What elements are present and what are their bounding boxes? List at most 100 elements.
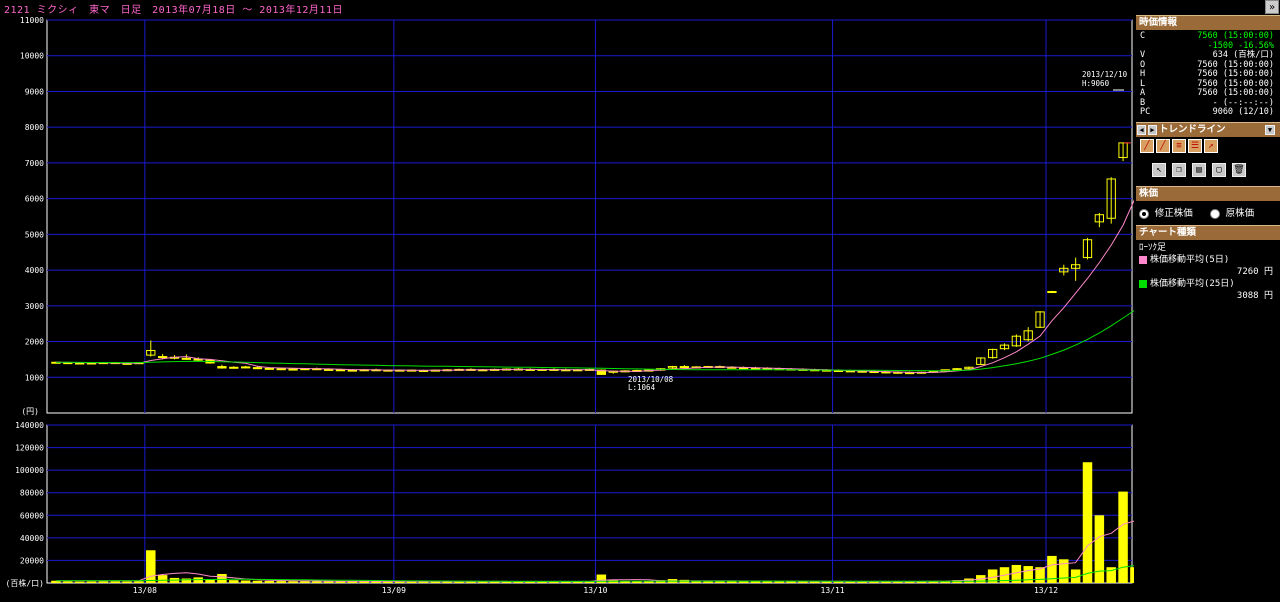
quote-row: PC 9060 (12/10) [1136, 107, 1280, 118]
quote-panel-header: 時価情報 [1136, 15, 1280, 30]
price-tick-label: 8000 [25, 123, 44, 132]
ma25-swatch [1139, 279, 1147, 288]
price-tick-label: 5000 [25, 230, 44, 239]
chevron-down-icon[interactable]: ▼ [1265, 125, 1275, 135]
price-tick-label: 7000 [25, 159, 44, 168]
triangle-left-icon[interactable]: ◀ [1137, 125, 1146, 135]
volume-bar [110, 581, 120, 583]
volume-unit-label: (百株/口) [6, 578, 44, 588]
volume-bar [134, 581, 144, 583]
ma25-label: 株価移動平均(25日) [1150, 279, 1235, 289]
candle-body [181, 357, 192, 360]
volume-bar [193, 577, 203, 583]
line-chart-icon[interactable]: ╱ [1156, 139, 1170, 153]
volume-bar [1023, 566, 1033, 583]
volume-bar [264, 580, 275, 583]
quote-key: C [1140, 31, 1146, 41]
chart-canvas: 1000 2000 3000 4000 5000 6000 7000 8000 9000 1000… [6, 16, 1134, 595]
volume-bar [1094, 515, 1105, 583]
volume-bar [157, 575, 168, 583]
price-tick-label: 6000 [25, 195, 44, 204]
trash-icon[interactable]: 🗑 [1232, 163, 1246, 177]
price-tick-label: 4000 [25, 266, 44, 275]
volume-bar [146, 550, 156, 583]
line-draw-icon[interactable]: ╱ [1140, 139, 1154, 153]
price-tick-label: 9000 [25, 87, 44, 96]
ma5-swatch [1139, 255, 1147, 264]
volume-tick-label: 100000 [15, 466, 44, 475]
trendline-title: トレンドライン [1159, 124, 1226, 135]
low-annotation-value: L:1064 [628, 383, 656, 392]
candle-body [347, 369, 358, 372]
candle-body [229, 366, 239, 369]
quote-panel: 時価情報 C 7560 (15:00:00) -1500 -16.56% V 634 (… [1136, 15, 1280, 118]
high-annotation-date: 2013/12/10 [1082, 70, 1128, 79]
original-price-radio[interactable] [1209, 208, 1220, 219]
ma5-label: 株価移動平均(5日) [1150, 255, 1230, 265]
volume-bar [181, 578, 192, 583]
volume-bar [323, 581, 334, 583]
volume-bar [63, 581, 73, 583]
price-frame [46, 19, 1133, 414]
volume-bar [74, 581, 85, 583]
volume-bar [810, 581, 820, 583]
adjusted-price-radio[interactable] [1139, 208, 1149, 219]
volume-bar [86, 581, 97, 583]
candle-body [157, 356, 168, 359]
fibonacci-icon[interactable]: ☰ [1188, 139, 1202, 153]
x-tick-label: 13/08 [133, 586, 157, 595]
stock-price-header: 株価 [1136, 186, 1280, 201]
double-chevron-right-icon[interactable]: » [1265, 0, 1279, 14]
channel-icon[interactable]: ≡ [1172, 139, 1186, 153]
price-tick-label: 11000 [20, 16, 44, 25]
x-tick-label: 13/09 [382, 586, 406, 595]
candle-body [264, 367, 275, 370]
volume-bar [1130, 567, 1134, 583]
chart-type-body: ﾛｰｿｸ足 株価移動平均(5日) 7260 円 株価移動平均(25日) 3088… [1136, 240, 1280, 304]
volume-bar [288, 581, 298, 583]
high-annotation-value: H:9060 [1082, 79, 1110, 88]
candle-body [240, 366, 251, 369]
adjusted-price-label: 修正株価 [1154, 208, 1193, 219]
stock-price-panel: 株価 修正株価 原株価 [1136, 186, 1280, 223]
price-tick-label: 3000 [25, 302, 44, 311]
chart-type-value: ﾛｰｿｸ足 [1139, 243, 1167, 253]
volume-tick-label: 20000 [20, 556, 44, 565]
candle-body [288, 368, 298, 371]
volume-bar [276, 581, 286, 583]
price-tick-label: 2000 [25, 338, 44, 347]
arrow-icon[interactable]: ↗ [1204, 139, 1218, 153]
volume-bar [217, 573, 227, 583]
candle-body [217, 366, 227, 369]
volume-bar [252, 580, 263, 583]
volume-frame [46, 424, 1133, 584]
erase-icon[interactable]: ▢ [1212, 163, 1226, 177]
price-unit-label: (円) [21, 407, 39, 416]
ma25-value: 3088 円 [1236, 291, 1273, 301]
volume-bar [312, 581, 322, 583]
x-tick-label: 13/11 [821, 586, 845, 595]
volume-tick-label: 120000 [15, 444, 44, 453]
ma5-legend: 株価移動平均(5日) [1139, 254, 1277, 266]
volume-bar [240, 580, 251, 583]
volume-bar [1082, 462, 1093, 583]
price-type-options: 修正株価 原株価 [1136, 201, 1280, 223]
paste-icon[interactable]: ▤ [1192, 163, 1206, 177]
cursor-icon[interactable]: ↖ [1152, 163, 1166, 177]
volume-bar [122, 581, 132, 583]
chart-type-panel: チャート種類 ﾛｰｿｸ足 株価移動平均(5日) 7260 円 株価移動平均(25… [1136, 225, 1280, 304]
trendline-tools: ╱ ╱ ≡ ☰ ↗ [1136, 137, 1280, 155]
candle-body [1047, 291, 1057, 294]
volume-bar [229, 580, 239, 583]
quote-rows: C 7560 (15:00:00) -1500 -16.56% V 634 (百株/口)… [1136, 30, 1280, 118]
volume-bar [1118, 491, 1128, 583]
candle-body [679, 366, 690, 369]
edit-tools: ↖ ❐ ▤ ▢ 🗑 [1136, 161, 1280, 179]
candle-body [335, 369, 346, 372]
triangle-right-icon[interactable]: ▶ [1148, 125, 1157, 135]
volume-bar [98, 581, 109, 583]
chart-type-header: チャート種類 [1136, 225, 1280, 240]
volume-bar [774, 581, 784, 583]
copy-icon[interactable]: ❐ [1172, 163, 1186, 177]
quote-value: 9060 (12/10) [1212, 107, 1274, 117]
